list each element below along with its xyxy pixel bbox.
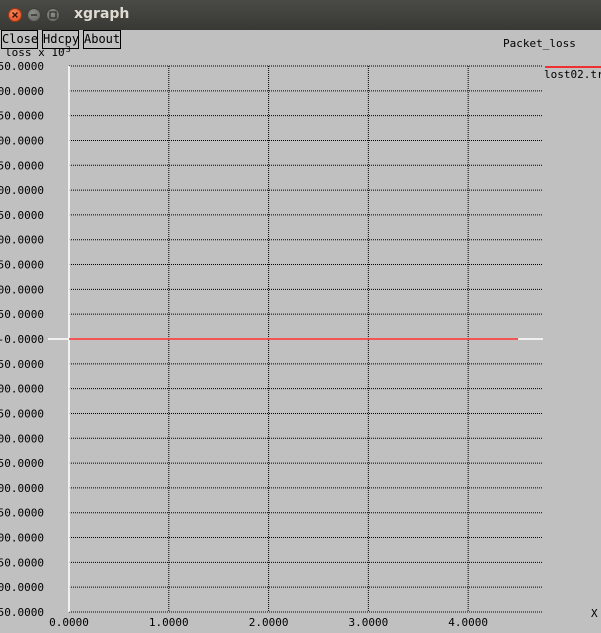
y-axis-label-exponent: -3 — [61, 45, 71, 54]
x-axis-label: X — [591, 607, 598, 620]
y-tick-label: 50.0000 — [0, 308, 44, 321]
y-tick-label: 200.0000 — [0, 234, 44, 247]
y-tick-label: 300.0000 — [0, 184, 44, 197]
y-tick-label: -300.0000 — [0, 482, 44, 495]
plot-area: 550.0000 500.0000 450.0000 400.0000 350.0000… — [0, 45, 601, 629]
y-tick-label: -450.0000 — [0, 556, 44, 569]
x-tick-label: 3.0000 — [348, 616, 388, 629]
y-tick-label: -350.0000 — [0, 507, 44, 520]
y-axis-label: loss x 10 — [5, 46, 65, 59]
y-tick-label: -50.0000 — [0, 358, 44, 371]
x-tick-label: 2.0000 — [249, 616, 289, 629]
xgraph-window: xgraph Close Hdcpy About Packet_loss 550… — [0, 0, 601, 633]
y-tick-label: -100.0000 — [0, 383, 44, 396]
y-tick-label: -550.0000 — [0, 606, 44, 619]
x-tick-label: 1.0000 — [149, 616, 189, 629]
y-tick-label: 550.0000 — [0, 60, 44, 73]
y-tick-label: 400.0000 — [0, 134, 44, 147]
y-tick-label: 500.0000 — [0, 85, 44, 98]
y-tick-label: 150.0000 — [0, 259, 44, 272]
y-tick-label: 250.0000 — [0, 209, 44, 222]
y-tick-label: -500.0000 — [0, 581, 44, 594]
y-tick-label: -0.0000 — [0, 333, 44, 346]
x-tick-label: 0.0000 — [49, 616, 89, 629]
x-tick-label: 4.0000 — [448, 616, 488, 629]
legend-label: lost02.tr — [544, 68, 601, 81]
y-tick-label: 450.0000 — [0, 110, 44, 123]
y-tick-label: 350.0000 — [0, 159, 44, 172]
y-tick-label: 100.0000 — [0, 283, 44, 296]
y-tick-label: -250.0000 — [0, 457, 44, 470]
y-tick-label: -200.0000 — [0, 432, 44, 445]
y-tick-label: -400.0000 — [0, 532, 44, 545]
y-tick-label: -150.0000 — [0, 407, 44, 420]
